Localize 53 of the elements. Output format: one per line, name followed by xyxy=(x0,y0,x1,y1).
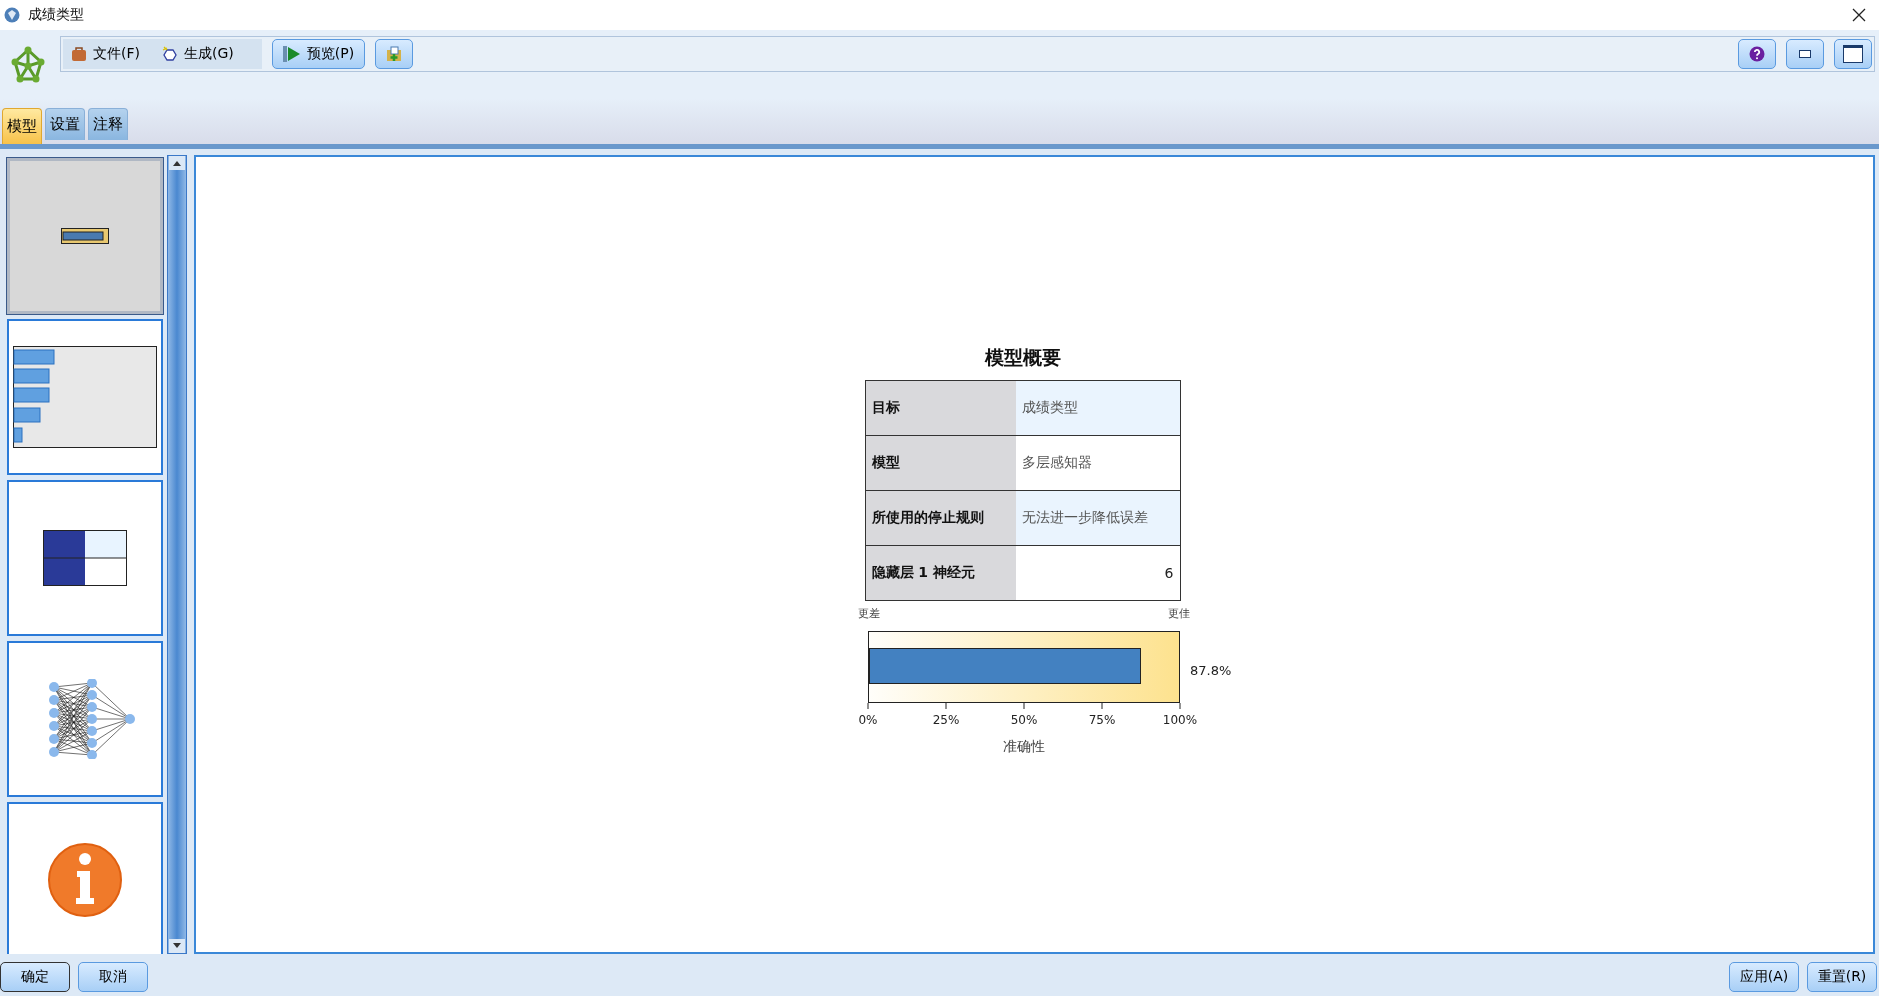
scroll-up-icon xyxy=(169,156,185,170)
thumbnail[interactable] xyxy=(7,319,163,475)
dialog-button[interactable]: 应用(A) xyxy=(1729,962,1799,992)
minimize-icon xyxy=(1799,50,1811,58)
table-cell: 无法进一步降低误差 xyxy=(1015,490,1180,545)
thumbnail[interactable] xyxy=(7,802,163,954)
table-row-header: 目标 xyxy=(865,380,1016,435)
tab[interactable]: 设置 xyxy=(45,108,85,140)
scale-label: 75% xyxy=(1088,712,1115,727)
dialog-button[interactable]: 取消 xyxy=(78,962,148,992)
table-row-header: 模型 xyxy=(865,435,1016,490)
menu-item[interactable]: 文件(F) xyxy=(63,39,154,69)
minimize-button[interactable] xyxy=(1786,39,1824,69)
table-cell: 6 xyxy=(1015,545,1180,600)
play-icon xyxy=(282,46,301,62)
worse-label: 更差 xyxy=(857,606,880,620)
hexagon-icon xyxy=(162,46,178,62)
thumbnail[interactable] xyxy=(7,480,163,636)
network-logo-icon xyxy=(10,46,46,84)
help-icon xyxy=(1749,46,1765,62)
maximize-icon xyxy=(1843,45,1863,63)
dialog-button[interactable]: 重置(R) xyxy=(1807,962,1877,992)
thumbnail[interactable] xyxy=(7,158,163,314)
maximize-button[interactable] xyxy=(1834,39,1872,69)
dialog-button[interactable]: 确定 xyxy=(0,962,70,992)
accuracy-bar-icon xyxy=(61,228,109,244)
preview-button[interactable]: 预览(P) xyxy=(271,39,366,69)
tab[interactable]: 模型 xyxy=(2,108,42,144)
table-row-header: 所使用的停止规则 xyxy=(865,490,1016,545)
table-cell: 成绩类型 xyxy=(1015,380,1180,435)
tab[interactable]: 注释 xyxy=(88,108,128,140)
table-cell: 多层感知器 xyxy=(1015,435,1180,490)
help-button[interactable] xyxy=(1738,39,1776,69)
thumbnail[interactable] xyxy=(7,641,163,797)
window-title: 成绩类型 xyxy=(28,6,84,24)
close-icon xyxy=(1852,8,1866,22)
table-row-header: 隐藏层 1 神经元 xyxy=(865,545,1016,600)
scale-label: 25% xyxy=(932,712,959,727)
accuracy-reading: 87.8% xyxy=(1189,662,1231,678)
scale-label: 100% xyxy=(1162,712,1197,727)
add-to-canvas-button[interactable] xyxy=(375,39,414,69)
add-icon xyxy=(386,46,403,62)
menu-item[interactable]: 生成(G) xyxy=(154,39,248,69)
scrollbar[interactable] xyxy=(167,155,187,954)
scale-label: 0% xyxy=(858,712,877,727)
scale-label: 50% xyxy=(1010,712,1037,727)
axis-label: 准确性 xyxy=(1002,737,1045,754)
summary-title: 模型概要 xyxy=(984,344,1061,370)
scroll-down-icon xyxy=(169,939,185,953)
info-icon xyxy=(47,842,123,918)
better-label: 更佳 xyxy=(1167,606,1190,620)
app-icon xyxy=(4,7,20,23)
briefcase-icon xyxy=(71,46,87,62)
